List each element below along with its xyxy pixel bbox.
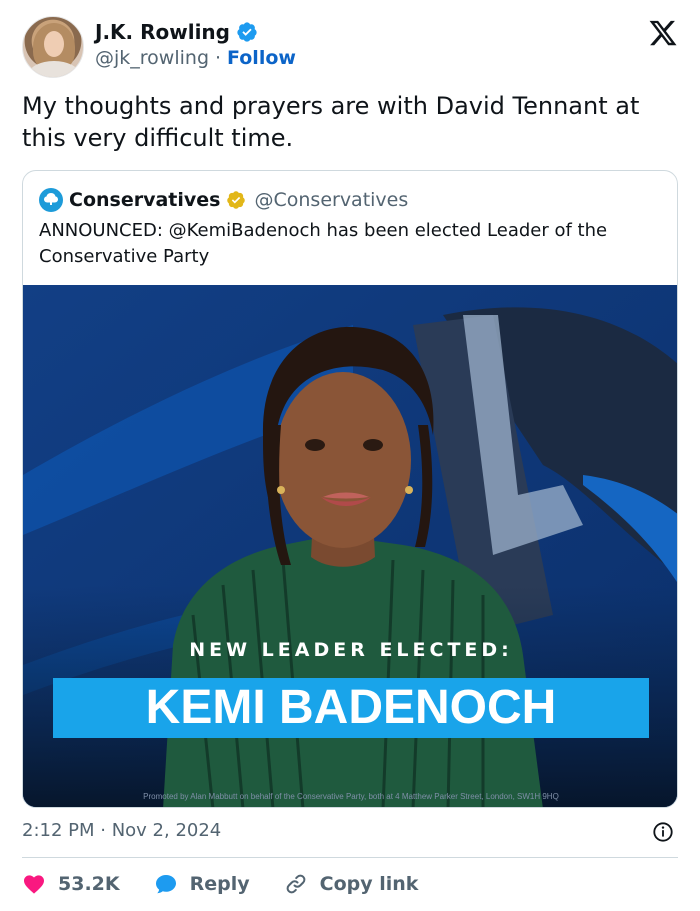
quoted-handle[interactable]: @Conservatives: [254, 189, 408, 211]
heart-icon[interactable]: [22, 872, 46, 896]
action-bar: 53.2K Reply Copy link: [22, 868, 452, 900]
author-display-name[interactable]: J.K. Rowling: [95, 20, 230, 44]
tweet-header: J.K. Rowling @jk_rowling · Follow: [22, 16, 682, 78]
follow-button[interactable]: Follow: [227, 47, 296, 69]
poster-name-banner: KEMI BADENOCH: [53, 678, 649, 738]
like-count: 53.2K: [58, 873, 120, 895]
poster-fine-print: Promoted by Alan Mabbutt on behalf of th…: [143, 792, 559, 801]
conservatives-logo-icon: [39, 188, 63, 212]
author-handle[interactable]: @jk_rowling: [95, 47, 209, 69]
quoted-tweet-header: Conservatives @Conservatives: [39, 188, 408, 212]
link-icon[interactable]: [284, 872, 308, 896]
tweet-timestamp[interactable]: 2:12 PM · Nov 2, 2024: [22, 820, 221, 841]
quoted-tweet-text: ANNOUNCED: @KemiBadenoch has been electe…: [39, 220, 608, 267]
poster-name-text: KEMI BADENOCH: [145, 681, 557, 734]
gold-verified-badge-icon: [227, 191, 246, 209]
like-action[interactable]: 53.2K: [22, 872, 120, 896]
handle-separator: ·: [215, 47, 222, 69]
copy-link-label: Copy link: [319, 873, 419, 895]
info-icon[interactable]: [652, 821, 674, 843]
reply-action[interactable]: Reply: [154, 872, 250, 896]
verified-badge-icon: [237, 22, 257, 42]
copy-link-action[interactable]: Copy link: [284, 872, 419, 896]
tree-logo-icon: [44, 193, 58, 205]
author-handle-row: @jk_rowling · Follow: [95, 47, 296, 69]
reply-label: Reply: [189, 873, 250, 895]
reply-bubble-icon[interactable]: [154, 872, 178, 896]
author-name-row: J.K. Rowling: [95, 20, 258, 44]
quoted-display-name[interactable]: Conservatives: [69, 189, 220, 211]
quoted-tweet[interactable]: Conservatives @Conservatives ANNOUNCED: …: [22, 170, 678, 808]
poster-tagline: NEW LEADER ELECTED:: [189, 639, 513, 661]
x-logo-icon[interactable]: [648, 18, 678, 48]
tweet-text: My thoughts and prayers are with David T…: [22, 92, 640, 152]
quoted-tweet-image[interactable]: NEW LEADER ELECTED: KEMI BADENOCH Promot…: [23, 285, 677, 807]
author-avatar[interactable]: [22, 16, 84, 78]
divider: [22, 857, 678, 858]
